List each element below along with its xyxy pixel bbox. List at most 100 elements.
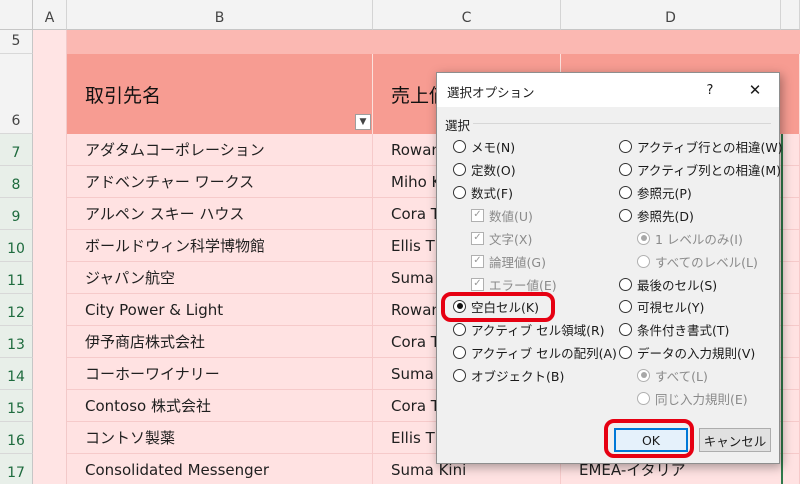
cell-b[interactable]: 伊予商店株式会社 (67, 326, 373, 358)
column-header-e[interactable] (781, 0, 800, 30)
option-right-8[interactable]: 条件付き書式(T) (619, 320, 729, 338)
option-left-4[interactable]: ✓ 文字(X) (471, 229, 532, 247)
option-left-2[interactable]: 数式(F) (453, 183, 513, 201)
option-right-5[interactable]: すべてのレベル(L) (637, 252, 758, 270)
row-header[interactable]: 11 (0, 262, 33, 294)
column-header-b[interactable]: B (67, 0, 373, 30)
option-left-6[interactable]: ✓ エラー値(E) (471, 275, 557, 293)
radio-icon[interactable] (453, 345, 466, 359)
cell-b[interactable]: Contoso 株式会社 (67, 390, 373, 422)
cell-b[interactable]: ボールドウィン科学博物館 (67, 230, 373, 262)
row-header[interactable]: 15 (0, 390, 33, 422)
column-header-a[interactable]: A (33, 0, 67, 30)
option-label: アクティブ セルの配列(A) (471, 345, 617, 361)
close-button[interactable]: ✕ (743, 79, 767, 101)
radio-icon[interactable] (637, 368, 650, 382)
row-header[interactable]: 6 (0, 54, 33, 134)
radio-icon[interactable] (453, 322, 466, 336)
option-right-6[interactable]: 最後のセル(S) (619, 275, 717, 293)
filter-dropdown-button[interactable]: ▼ (355, 114, 371, 130)
option-right-4[interactable]: 1 レベルのみ(I) (637, 229, 743, 247)
row-header[interactable]: 14 (0, 358, 33, 390)
option-left-0[interactable]: メモ(N) (453, 137, 515, 155)
option-right-1[interactable]: アクティブ列との相違(M) (619, 160, 781, 178)
checkbox-icon[interactable]: ✓ (471, 208, 484, 222)
select-all-corner[interactable] (0, 0, 33, 30)
radio-icon[interactable] (619, 208, 632, 222)
radio-icon[interactable] (619, 345, 632, 359)
row-header[interactable]: 7 (0, 134, 33, 166)
radio-icon[interactable] (637, 391, 650, 405)
option-right-10[interactable]: すべて(L) (637, 366, 708, 384)
option-right-2[interactable]: 参照元(P) (619, 183, 692, 201)
option-right-7[interactable]: 可視セル(Y) (619, 297, 704, 315)
row-header[interactable]: 8 (0, 166, 33, 198)
row-header[interactable]: 12 (0, 294, 33, 326)
cancel-button[interactable]: キャンセル (699, 428, 771, 452)
option-right-0[interactable]: アクティブ行との相違(W) (619, 137, 783, 155)
help-button[interactable]: ? (700, 80, 720, 100)
dialog-titlebar[interactable]: 選択オプション ? ✕ (437, 73, 779, 107)
option-label: 1 レベルのみ(I) (655, 231, 743, 247)
option-left-7[interactable]: 空白セル(K) (453, 297, 539, 315)
radio-icon[interactable] (637, 231, 650, 245)
option-left-8[interactable]: アクティブ セル領域(R) (453, 320, 605, 338)
radio-icon[interactable] (453, 368, 466, 382)
option-right-11[interactable]: 同じ入力規則(E) (637, 389, 748, 407)
selection-group-label: 選択 (445, 118, 471, 133)
checkbox-icon[interactable]: ✓ (471, 231, 484, 245)
radio-icon[interactable] (619, 185, 632, 199)
radio-icon[interactable] (637, 254, 650, 268)
option-label: アクティブ列との相違(M) (637, 162, 782, 178)
option-label: 文字(X) (489, 231, 533, 247)
row-header[interactable]: 17 (0, 454, 33, 484)
cell-b[interactable]: アドベンチャー ワークス (67, 166, 373, 198)
row-header[interactable]: 9 (0, 198, 33, 230)
cell-b[interactable]: アダタムコーポレーション (67, 134, 373, 166)
radio-icon[interactable] (619, 299, 632, 313)
radio-icon[interactable] (619, 162, 632, 176)
cell-b[interactable]: コーホーワイナリー (67, 358, 373, 390)
checkbox-icon[interactable]: ✓ (471, 277, 484, 291)
option-right-3[interactable]: 参照先(D) (619, 206, 694, 224)
option-label: 同じ入力規則(E) (655, 391, 748, 407)
ok-button[interactable]: OK (614, 428, 688, 452)
checkbox-icon[interactable]: ✓ (471, 254, 484, 268)
option-label: 最後のセル(S) (637, 277, 718, 293)
option-label: すべてのレベル(L) (655, 254, 758, 270)
option-left-9[interactable]: アクティブ セルの配列(A) (453, 343, 617, 361)
row-header[interactable]: 16 (0, 422, 33, 454)
header-cell-account-name[interactable]: 取引先名 (67, 54, 373, 134)
dialog-title: 選択オプション (447, 85, 535, 100)
row-5-band[interactable] (67, 30, 800, 54)
option-right-9[interactable]: データの入力規則(V) (619, 343, 755, 361)
cell-b[interactable]: アルペン スキー ハウス (67, 198, 373, 230)
row-header[interactable]: 13 (0, 326, 33, 358)
option-left-1[interactable]: 定数(O) (453, 160, 516, 178)
cell-b[interactable]: ジャパン航空 (67, 262, 373, 294)
radio-icon[interactable] (619, 322, 632, 336)
option-label: 可視セル(Y) (637, 299, 705, 315)
radio-icon[interactable] (619, 277, 632, 291)
option-left-3[interactable]: ✓ 数値(U) (471, 206, 533, 224)
row-header[interactable]: 10 (0, 230, 33, 262)
option-left-5[interactable]: ✓ 論理値(G) (471, 252, 546, 270)
option-label: エラー値(E) (489, 277, 557, 293)
column-header-d[interactable]: D (561, 0, 781, 30)
option-left-10[interactable]: オブジェクト(B) (453, 366, 564, 384)
radio-icon[interactable] (619, 139, 632, 153)
column-a-cells[interactable] (33, 30, 67, 484)
row-header[interactable]: 5 (0, 30, 33, 54)
option-label: アクティブ行との相違(W) (637, 139, 783, 155)
cell-b[interactable]: コントソ製薬 (67, 422, 373, 454)
option-label: 論理値(G) (489, 254, 546, 270)
option-label: 条件付き書式(T) (637, 322, 730, 338)
column-header-c[interactable]: C (373, 0, 561, 30)
cell-b[interactable]: City Power & Light (67, 294, 373, 326)
option-label: 参照先(D) (637, 208, 694, 224)
radio-icon[interactable] (453, 162, 466, 176)
cell-b[interactable]: Consolidated Messenger (67, 454, 373, 484)
radio-icon[interactable] (453, 139, 466, 153)
radio-icon[interactable] (453, 185, 466, 199)
radio-icon[interactable] (453, 299, 466, 313)
